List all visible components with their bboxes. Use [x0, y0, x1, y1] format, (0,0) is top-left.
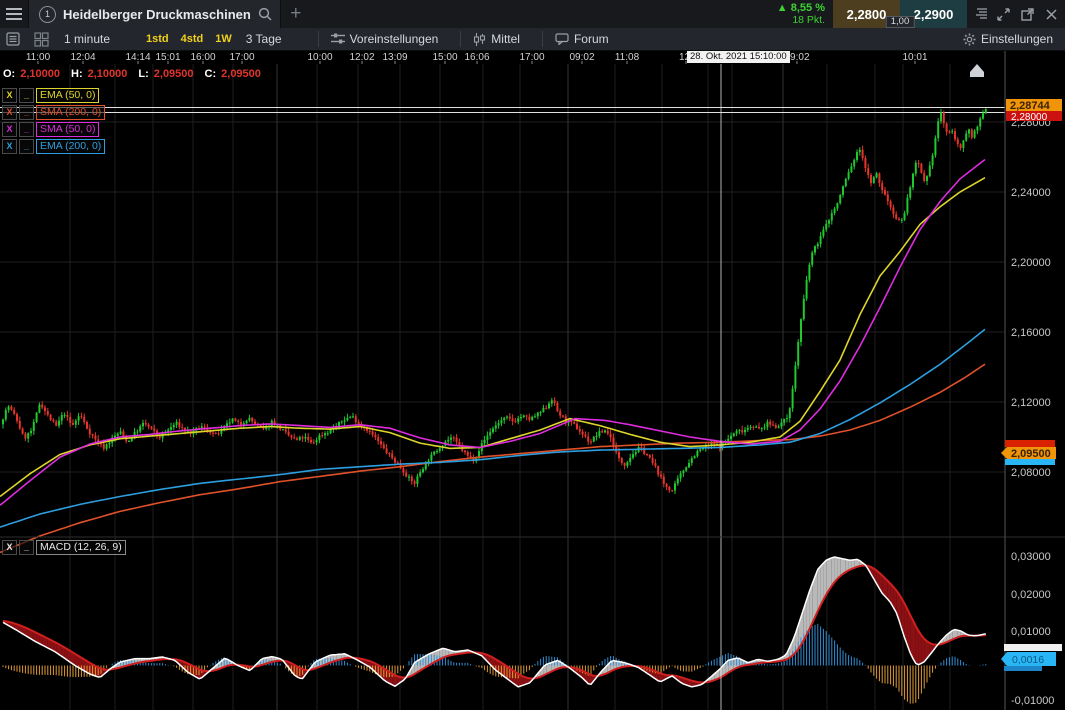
gear-icon	[963, 33, 976, 46]
legend-sma50: X _ SMA (50, 0)	[2, 122, 99, 136]
remove-indicator-button[interactable]: X	[2, 88, 17, 103]
axis-badges: 2,287442,28000 2,09500 0,0016	[1001, 99, 1062, 671]
price-axis-labels: 2,280002,240002,200002,160002,120002,080…	[1011, 117, 1054, 707]
minimize-indicator-button[interactable]: _	[19, 139, 34, 154]
low-value: 2,09500	[154, 68, 194, 80]
indicator-label[interactable]: EMA (200, 0)	[36, 139, 105, 154]
change-block: ▲ 8,55 % 18 Pkt.	[777, 2, 825, 26]
popout-icon[interactable]	[1017, 8, 1037, 21]
add-tab-button[interactable]: +	[281, 0, 311, 28]
remove-indicator-button[interactable]: X	[2, 105, 17, 120]
spread-value: 1,00	[886, 16, 915, 28]
toolbar-separator	[542, 31, 543, 47]
chart-toolbar: 1 minute 1std 4std 1W 3 Tage Voreinstell…	[0, 28, 1065, 51]
instrument-title: Heidelberger Druckmaschinen	[63, 7, 251, 22]
ema50-line	[0, 178, 985, 497]
forum-button[interactable]: Forum	[547, 28, 617, 50]
svg-text:2,20000: 2,20000	[1011, 257, 1051, 269]
change-points: 18 Pkt.	[792, 14, 825, 26]
toolbar-separator	[318, 31, 319, 47]
preset-4std-button[interactable]: 4std	[175, 33, 210, 45]
legend-ema50: X _ EMA (50, 0)	[2, 88, 99, 102]
preset-1w-button[interactable]: 1W	[209, 33, 238, 45]
forum-bubble-icon	[555, 33, 569, 45]
fullscreen-icon[interactable]	[993, 8, 1013, 21]
legend-sma200: X _ SMA (200, 0)	[2, 105, 105, 119]
minimize-indicator-button[interactable]: _	[19, 540, 34, 555]
svg-text:2,12000: 2,12000	[1011, 397, 1051, 409]
close-value: 2,09500	[221, 68, 261, 80]
voreinstellungen-button[interactable]: Voreinstellungen	[323, 28, 447, 50]
instrument-tab[interactable]: 1 Heidelberger Druckmaschinen	[28, 0, 281, 28]
remove-indicator-button[interactable]: X	[2, 122, 17, 137]
indicator-label[interactable]: SMA (200, 0)	[36, 105, 105, 120]
indicator-label[interactable]: MACD (12, 26, 9)	[36, 540, 126, 555]
svg-text:2,24000: 2,24000	[1011, 187, 1051, 199]
indicator-label[interactable]: EMA (50, 0)	[36, 88, 99, 103]
svg-text:2,16000: 2,16000	[1011, 327, 1051, 339]
open-value: 2,10000	[20, 68, 60, 80]
minimize-indicator-button[interactable]: _	[19, 105, 34, 120]
svg-text:-0,01000: -0,01000	[1011, 695, 1054, 707]
layout-grid-icon[interactable]	[26, 32, 56, 47]
watchlist-icon[interactable]	[0, 32, 26, 46]
search-icon[interactable]	[258, 7, 272, 21]
menu-icon[interactable]	[0, 0, 28, 28]
indicator-label[interactable]: SMA (50, 0)	[36, 122, 99, 137]
high-value: 2,10000	[88, 68, 128, 80]
range-3tage-button[interactable]: 3 Tage	[238, 28, 290, 50]
mittel-button[interactable]: Mittel	[465, 28, 528, 50]
indicator-candle-icon	[473, 33, 486, 46]
svg-text:2,28744: 2,28744	[1010, 100, 1051, 112]
price-lines-layer	[0, 108, 1005, 113]
preset-1std-button[interactable]: 1std	[140, 33, 175, 45]
timeframe-select[interactable]: 1 minute	[56, 28, 140, 50]
crosshair-date-tooltip: 28. Okt. 2021 15:10:00	[687, 50, 790, 63]
change-percent: 8,55 %	[791, 2, 825, 14]
jump-to-latest-icon[interactable]	[970, 64, 984, 77]
svg-text:2,09500: 2,09500	[1011, 448, 1051, 460]
svg-text:0,03000: 0,03000	[1011, 551, 1051, 563]
macd-fill-layer	[3, 557, 986, 687]
svg-text:0,0016: 0,0016	[1012, 654, 1044, 666]
tab-number-badge: 1	[39, 6, 56, 23]
sliders-icon	[331, 33, 345, 45]
minimize-indicator-button[interactable]: _	[19, 122, 34, 137]
chart-canvas[interactable]: 2,28000 2,24000 2,20000 2,16000 2,12000 2,080…	[0, 50, 1065, 710]
title-bar: 1 Heidelberger Druckmaschinen + ▲ 8,55 %…	[0, 0, 1065, 28]
close-icon[interactable]	[1041, 9, 1061, 20]
svg-text:2,28000: 2,28000	[1011, 112, 1048, 123]
legend-macd: X _ MACD (12, 26, 9)	[2, 540, 126, 554]
minimize-indicator-button[interactable]: _	[19, 88, 34, 103]
toolbar-separator	[460, 31, 461, 47]
svg-text:0,02000: 0,02000	[1011, 589, 1051, 601]
orderbook-depth-icon[interactable]	[971, 8, 989, 20]
time-axis: 11:0012:0414:1415:0116:0017:0010:0012:02…	[26, 52, 928, 64]
svg-text:0,01000: 0,01000	[1011, 626, 1051, 638]
ohlc-readout: O:2,10000 H:2,10000 L:2,09500 C:2,09500	[3, 68, 267, 80]
remove-indicator-button[interactable]: X	[2, 540, 17, 555]
bid-ask-quote: 2,2800 2,2900 1,00	[833, 0, 967, 28]
legend-ema200: X _ EMA (200, 0)	[2, 139, 105, 153]
einstellungen-button[interactable]: Einstellungen	[955, 28, 1065, 50]
svg-text:2,08000: 2,08000	[1011, 467, 1051, 479]
up-arrow-icon: ▲	[777, 2, 788, 14]
remove-indicator-button[interactable]: X	[2, 139, 17, 154]
